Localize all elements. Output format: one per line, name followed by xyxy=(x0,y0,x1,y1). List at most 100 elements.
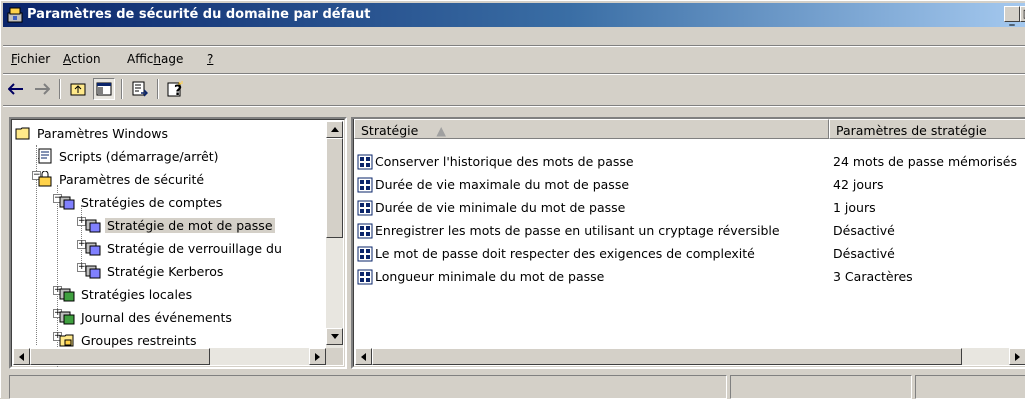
tree-item-strategies-locales[interactable]: Stratégies locales xyxy=(59,285,194,303)
security-settings-icon xyxy=(38,171,52,187)
policy-setting-icon xyxy=(357,154,373,169)
scroll-corner xyxy=(326,348,343,365)
policy-setting: Désactivé xyxy=(833,246,895,261)
tree-connector xyxy=(57,185,58,367)
sort-ascending-icon: ▲ xyxy=(436,123,446,138)
tree-item-strategies-comptes[interactable]: Stratégies de comptes xyxy=(59,193,224,211)
list-row[interactable]: Le mot de passe doit respecter des exige… xyxy=(357,243,1025,264)
arrow-left-icon xyxy=(19,352,24,361)
forward-button[interactable] xyxy=(31,78,53,100)
column-header-parametres[interactable]: Paramètres de stratégie xyxy=(829,119,1025,139)
scroll-up-button[interactable] xyxy=(326,121,343,138)
menu-help[interactable]: ? xyxy=(207,52,213,66)
scroll-thumb[interactable] xyxy=(326,138,343,238)
menu-action[interactable]: Action xyxy=(63,52,101,66)
policy-setting-icon xyxy=(357,223,373,238)
policy-setting-icon xyxy=(357,246,373,261)
policy-name: Le mot de passe doit respecter des exige… xyxy=(375,246,755,261)
list-pane: Stratégie ▲ Paramètres de stratégie Cons… xyxy=(351,117,1025,369)
divider xyxy=(3,105,1025,107)
policy-folder-icon xyxy=(59,288,75,302)
list-row[interactable]: Enregistrer les mots de passe en utilisa… xyxy=(357,220,1025,241)
tree-pane: − − + + + + + + Paramètres Windows Scrip… xyxy=(9,117,347,369)
policy-folder-icon xyxy=(59,311,75,325)
menu-bar: Fichier Action Affichage ? xyxy=(3,47,1025,71)
forward-arrow-icon xyxy=(35,83,50,95)
policy-setting-icon xyxy=(357,200,373,215)
title-bar[interactable]: Paramètres de sécurité du domaine par dé… xyxy=(3,3,1025,27)
tree-item-strategie-mot-de-passe[interactable]: Stratégie de mot de passe xyxy=(85,216,275,234)
list-row[interactable]: Durée de vie minimale du mot de passe 1 … xyxy=(357,197,1025,218)
minimize-icon: _ xyxy=(1009,13,1015,26)
svg-text:?: ? xyxy=(174,83,182,98)
toolbar-separator xyxy=(157,79,159,99)
list-horizontal-scrollbar[interactable] xyxy=(355,348,1025,365)
policy-folder-icon xyxy=(85,242,101,256)
policy-folder-icon xyxy=(59,196,75,210)
menu-fichier[interactable]: Fichier xyxy=(11,52,50,66)
tree-connector xyxy=(81,205,82,267)
policy-folder-icon xyxy=(85,219,101,233)
window-title: Paramètres de sécurité du domaine par dé… xyxy=(27,7,371,22)
policy-setting-icon xyxy=(357,269,373,284)
scroll-right-button[interactable] xyxy=(309,348,326,365)
back-arrow-icon xyxy=(8,83,23,95)
column-header-strategie[interactable]: Stratégie ▲ xyxy=(354,119,829,139)
tree-item-parametres-windows[interactable]: Paramètres Windows xyxy=(15,124,170,142)
tree-item-scripts[interactable]: Scripts (démarrage/arrêt) xyxy=(37,147,221,165)
scroll-right-button[interactable] xyxy=(1009,348,1025,365)
back-button[interactable] xyxy=(5,78,27,100)
arrow-up-icon xyxy=(330,127,339,132)
arrow-left-icon xyxy=(361,352,366,361)
policy-setting: 3 Caractères xyxy=(833,269,913,284)
policy-name: Longueur minimale du mot de passe xyxy=(375,269,605,284)
show-hide-tree-icon xyxy=(96,82,112,96)
status-panel xyxy=(915,375,1025,399)
policy-name: Conserver l'historique des mots de passe xyxy=(375,154,634,169)
script-icon xyxy=(38,148,52,164)
security-settings-app-icon xyxy=(7,7,23,23)
maximize-button[interactable]: □ xyxy=(1020,6,1025,22)
arrow-right-icon xyxy=(315,352,320,361)
menu-affichage[interactable]: Affichage xyxy=(127,52,183,66)
export-list-button[interactable] xyxy=(129,78,151,100)
tree-item-parametres-securite[interactable]: Paramètres de sécurité xyxy=(37,170,206,188)
scroll-left-button[interactable] xyxy=(13,348,30,365)
folder-icon xyxy=(15,127,30,140)
list-row[interactable]: Durée de vie maximale du mot de passe 42… xyxy=(357,174,1025,195)
scroll-thumb[interactable] xyxy=(372,348,962,365)
tree-vertical-scrollbar[interactable] xyxy=(326,121,343,348)
export-list-icon xyxy=(132,81,148,97)
tree-item-strategie-kerberos[interactable]: Stratégie Kerberos xyxy=(85,262,225,280)
toolbar: ? xyxy=(3,75,1025,103)
minimize-button[interactable]: _ xyxy=(1004,6,1020,26)
scroll-down-button[interactable] xyxy=(326,328,343,345)
toolbar-separator xyxy=(59,79,61,99)
locked-folder-icon xyxy=(59,334,74,347)
list-row[interactable]: Longueur minimale du mot de passe 3 Cara… xyxy=(357,266,1025,287)
up-one-level-button[interactable] xyxy=(67,78,89,100)
scroll-left-button[interactable] xyxy=(355,348,372,365)
policy-name: Durée de vie maximale du mot de passe xyxy=(375,177,630,192)
policy-folder-icon xyxy=(85,265,101,279)
policy-setting: 1 jours xyxy=(833,200,876,215)
tree-item-groupes-restreints[interactable]: Groupes restreints xyxy=(59,331,199,349)
policy-setting: 24 mots de passe mémorisés xyxy=(833,154,1017,169)
up-folder-icon xyxy=(70,83,86,96)
scroll-thumb[interactable] xyxy=(30,348,210,365)
status-panel xyxy=(730,375,912,399)
policy-name: Enregistrer les mots de passe en utilisa… xyxy=(375,223,780,238)
tree-horizontal-scrollbar[interactable] xyxy=(13,348,326,365)
help-button[interactable]: ? xyxy=(165,78,187,100)
mmc-window: Paramètres de sécurité du domaine par dé… xyxy=(0,0,1025,399)
tree-connector xyxy=(36,175,37,345)
show-hide-tree-button[interactable] xyxy=(93,78,115,100)
list-row[interactable]: Conserver l'historique des mots de passe… xyxy=(357,151,1025,172)
status-bar xyxy=(1,375,1025,399)
status-panel xyxy=(9,375,727,399)
policy-name: Durée de vie minimale du mot de passe xyxy=(375,200,626,215)
policy-setting-icon xyxy=(357,177,373,192)
tree-item-strategie-verrouillage[interactable]: Stratégie de verrouillage du xyxy=(85,239,284,257)
tree-item-journal-evenements[interactable]: Journal des événements xyxy=(59,308,234,326)
arrow-right-icon xyxy=(1015,352,1020,361)
